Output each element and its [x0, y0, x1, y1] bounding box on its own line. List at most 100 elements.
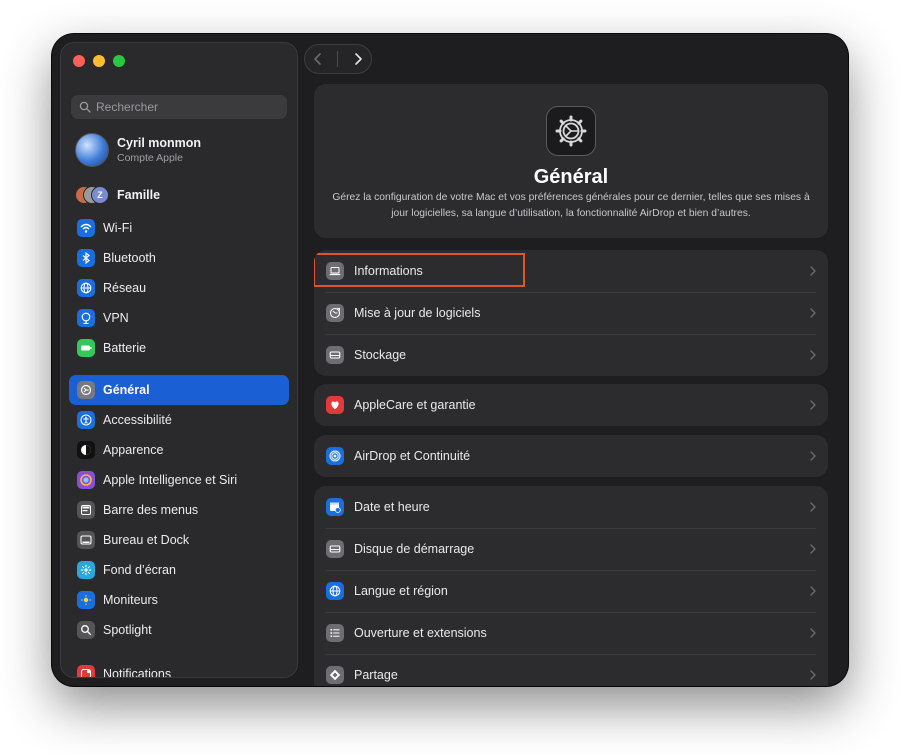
sidebar-group-system: Général Accessibilité Apparence Apple Intel… [69, 375, 289, 645]
row-icon-box [326, 498, 344, 516]
calendar-clock-icon [330, 502, 341, 513]
sidebar-item-family[interactable]: Z Famille [75, 186, 160, 204]
settings-card-system: Date et heure Disque de démarrage Langue e… [314, 486, 828, 686]
sidebar-item-label: Notifications [103, 667, 172, 678]
sidebar-item-reseau[interactable]: Réseau [69, 273, 289, 303]
page-title: Général [533, 166, 609, 188]
row-icon-box [326, 346, 344, 364]
sidebar-item-wi-fi[interactable]: Wi-Fi [69, 213, 289, 243]
sidebar-item-label: Apple Intelligence et Siri [103, 473, 238, 487]
sidebar-item-label: Batterie [103, 341, 147, 355]
vpn-icon [81, 312, 91, 324]
traffic-lights [73, 55, 125, 67]
back-arrow-icon[interactable] [311, 52, 325, 66]
sidebar-icon-box [77, 501, 95, 519]
sidebar-icon-box [77, 531, 95, 549]
row-icon-box [326, 624, 344, 642]
navigation-buttons [304, 44, 372, 74]
wallpaper-icon [80, 564, 92, 576]
chevron-right-icon [810, 670, 816, 680]
globe-icon [80, 282, 92, 294]
chevron-right-icon [810, 400, 816, 410]
battery-icon [81, 345, 92, 351]
sidebar-icon-box [77, 309, 95, 327]
sidebar-item-notifications[interactable]: Notifications [69, 659, 289, 678]
sidebar: Rechercher Cyril monmon Compte Apple Z F… [60, 42, 298, 678]
settings-row-partage[interactable]: Partage [314, 654, 828, 686]
minimize-button[interactable] [93, 55, 105, 67]
close-button[interactable] [73, 55, 85, 67]
forward-arrow-icon[interactable] [351, 52, 365, 66]
software-update-icon [329, 307, 341, 319]
sidebar-item-apple-intelligence-et-siri[interactable]: Apple Intelligence et Siri [69, 465, 289, 495]
account-name: Cyril monmon [117, 136, 202, 150]
general-app-icon [546, 106, 596, 156]
sidebar-item-label: Bluetooth [103, 251, 156, 265]
settings-row-informations[interactable]: Informations [314, 250, 828, 292]
sidebar-icon-box [77, 279, 95, 297]
sidebar-icon-box [77, 411, 95, 429]
settings-row-label: AppleCare et garantie [354, 398, 476, 412]
sidebar-item-label: Spotlight [103, 623, 152, 637]
sidebar-item-label: Apparence [103, 443, 164, 457]
sidebar-icon-box [77, 621, 95, 639]
search-placeholder: Rechercher [96, 100, 159, 114]
sharing-icon [329, 669, 341, 681]
chevron-right-icon [810, 628, 816, 638]
settings-card-airdrop: AirDrop et Continuité [314, 435, 828, 477]
sidebar-item-bluetooth[interactable]: Bluetooth [69, 243, 289, 273]
airdrop-icon [329, 450, 341, 462]
row-icon-box [326, 582, 344, 600]
sidebar-item-bureau-et-dock[interactable]: Bureau et Dock [69, 525, 289, 555]
sidebar-icon-box [77, 441, 95, 459]
settings-row-label: Disque de démarrage [354, 542, 475, 556]
apple-account[interactable]: Cyril monmon Compte Apple [75, 133, 201, 167]
sidebar-icon-box [77, 381, 95, 399]
sidebar-item-general[interactable]: Général [69, 375, 289, 405]
zoom-button[interactable] [113, 55, 125, 67]
search-icon [79, 101, 91, 113]
settings-row-airdrop-et-continuite[interactable]: AirDrop et Continuité [314, 435, 828, 477]
sidebar-item-vpn[interactable]: VPN [69, 303, 289, 333]
sidebar-item-label: Général [103, 383, 150, 397]
sidebar-icon-box [77, 339, 95, 357]
chevron-right-icon [810, 586, 816, 596]
gear-icon [80, 384, 92, 396]
header-card: Général Gérez la configuration de votre … [314, 84, 828, 238]
sidebar-item-moniteurs[interactable]: Moniteurs [69, 585, 289, 615]
sidebar-item-accessibilite[interactable]: Accessibilité [69, 405, 289, 435]
sidebar-item-label: Fond d’écran [103, 563, 176, 577]
settings-row-applecare-et-garantie[interactable]: AppleCare et garantie [314, 384, 828, 426]
settings-row-label: Stockage [354, 348, 407, 362]
chevron-right-icon [810, 544, 816, 554]
chevron-right-icon [810, 266, 816, 276]
settings-row-langue-et-region[interactable]: Langue et région [314, 570, 828, 612]
display-icon [81, 595, 91, 605]
settings-row-stockage[interactable]: Stockage [314, 334, 828, 376]
sidebar-item-fond-d-ecran[interactable]: Fond d’écran [69, 555, 289, 585]
sidebar-group-network: Wi-Fi Bluetooth Réseau VPN Batterie [69, 213, 289, 363]
sidebar-icon-box [77, 249, 95, 267]
settings-row-date-et-heure[interactable]: Date et heure [314, 486, 828, 528]
settings-row-label: Langue et région [354, 584, 448, 598]
search-field[interactable]: Rechercher [71, 95, 287, 119]
family-label: Famille [117, 188, 161, 202]
settings-row-mise-a-jour-de-logiciels[interactable]: Mise à jour de logiciels [314, 292, 828, 334]
avatar [75, 133, 109, 167]
settings-row-disque-de-demarrage[interactable]: Disque de démarrage [314, 528, 828, 570]
sidebar-item-apparence[interactable]: Apparence [69, 435, 289, 465]
sidebar-icon-box [77, 561, 95, 579]
sidebar-item-batterie[interactable]: Batterie [69, 333, 289, 363]
sidebar-item-label: Moniteurs [103, 593, 158, 607]
sidebar-item-barre-des-menus[interactable]: Barre des menus [69, 495, 289, 525]
sidebar-item-spotlight[interactable]: Spotlight [69, 615, 289, 645]
page-description: Gérez la configuration de votre Mac et v… [332, 192, 810, 219]
globe-icon [329, 585, 341, 597]
settings-row-label: Informations [354, 264, 423, 278]
sidebar-item-label: VPN [103, 311, 129, 325]
account-subtitle: Compte Apple [117, 152, 183, 164]
family-badge: Z [91, 186, 109, 204]
sidebar-icon-box [77, 471, 95, 489]
settings-row-ouverture-et-extensions[interactable]: Ouverture et extensions [314, 612, 828, 654]
row-icon-box [326, 304, 344, 322]
